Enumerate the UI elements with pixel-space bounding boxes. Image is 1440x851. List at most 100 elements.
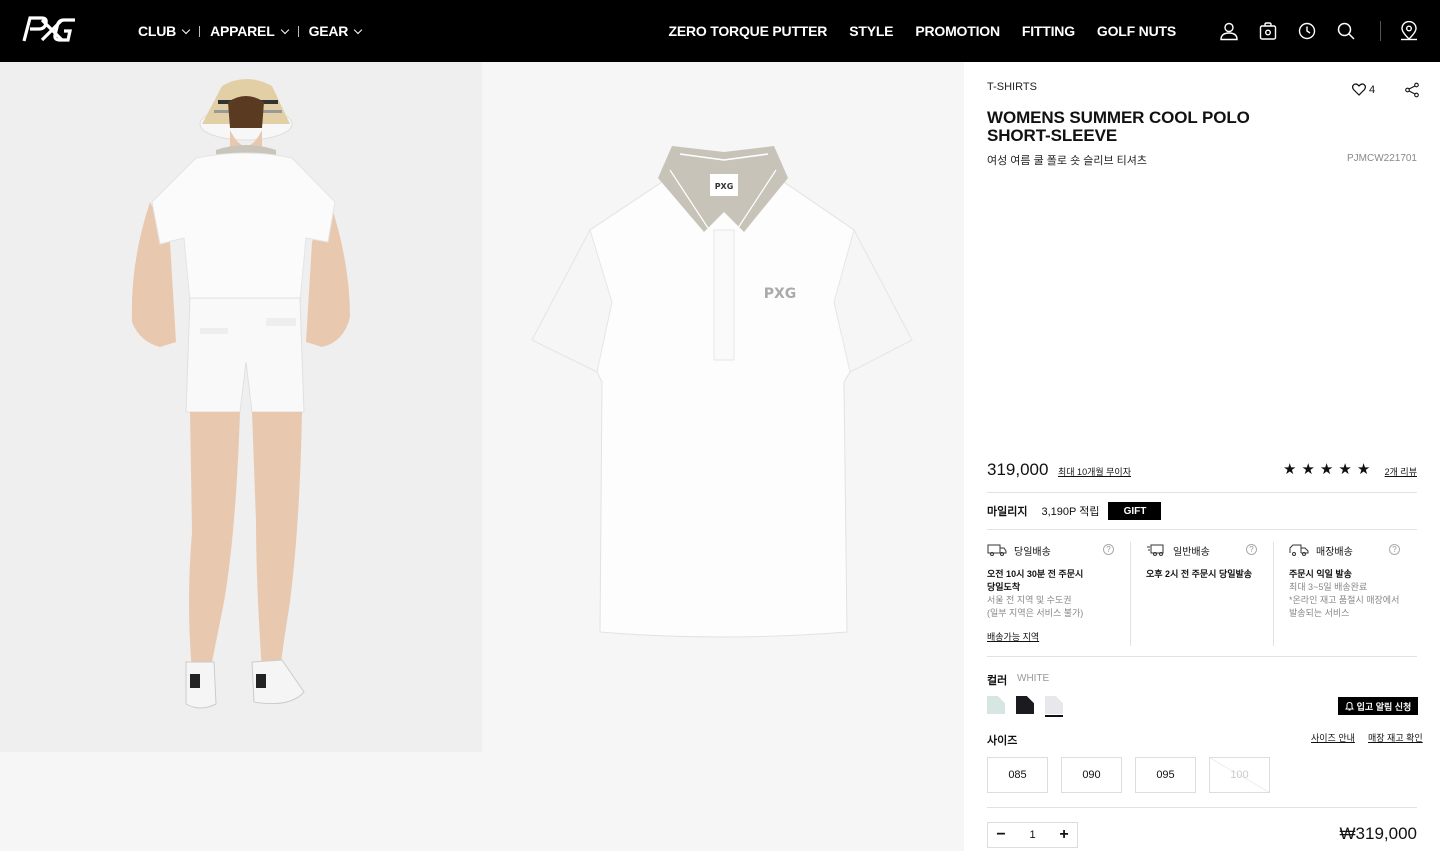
svg-text:PXG: PXG [764, 286, 797, 302]
main-nav: ZERO TORQUE PUTTER STYLE PROMOTION FITTI… [668, 0, 1176, 62]
quantity-stepper: − 1 + [987, 822, 1078, 848]
store-truck-icon [1289, 544, 1309, 556]
chevron-down-icon [181, 25, 191, 34]
installment-link[interactable]: 최대 10개월 무이자 [1058, 465, 1131, 478]
divider [987, 492, 1417, 493]
shipping-detail: 주문시 익일 발송 [1289, 569, 1352, 579]
swatch-white-selected[interactable] [1045, 696, 1063, 717]
size-label: 사이즈 [987, 735, 1018, 747]
nav-fitting[interactable]: FITTING [1022, 23, 1075, 39]
total-price: ₩319,000 [1339, 824, 1418, 843]
shipping-detail: 당일도착 [987, 582, 1021, 592]
divider [987, 529, 1417, 530]
swatch-mint[interactable] [987, 696, 1005, 714]
category-nav: CLUB APPAREL GEAR [138, 0, 363, 62]
bag-icon[interactable] [1257, 20, 1279, 42]
help-icon[interactable]: ? [1246, 544, 1257, 555]
rating-stars: ★ ★ ★ ★ ★ [1283, 460, 1370, 478]
minus-button[interactable]: − [994, 826, 1008, 843]
star-icon: ★ [1319, 461, 1334, 478]
shipping-same-day: 당일배송 ? 오전 10시 30분 전 주문시 당일도착 서울 전 지역 및 수… [987, 542, 1130, 646]
swatch-black[interactable] [1016, 696, 1034, 714]
help-icon[interactable]: ? [1103, 544, 1114, 555]
nav-apparel-label: APPAREL [210, 23, 275, 39]
plus-button[interactable]: + [1057, 826, 1071, 843]
product-title: WOMENS SUMMER COOL POLO SHORT-SLEEVE [987, 108, 1250, 145]
color-label: 컬러 [987, 675, 1008, 687]
selected-color: WHITE [1017, 673, 1050, 684]
star-icon: ★ [1283, 461, 1297, 478]
svg-text:PXG: PXG [715, 182, 734, 191]
nav-club[interactable]: CLUB [138, 23, 191, 39]
header-icons [1218, 18, 1437, 44]
gift-badge[interactable]: GIFT [1108, 502, 1162, 520]
divider [987, 807, 1417, 808]
shipping-note: *온라인 재고 품절시 매장에서 발송되는 서비스 [1289, 595, 1400, 618]
shipping-note: 최대 3~5일 배송완료 [1289, 582, 1368, 592]
nav-divider [199, 25, 201, 37]
history-icon[interactable] [1296, 20, 1318, 42]
shipping-detail: 오후 2시 전 주문시 당일발송 [1146, 569, 1253, 579]
star-icon: ★ [1356, 461, 1371, 478]
chevron-down-icon [353, 25, 363, 34]
wishlist-button[interactable]: 4 [1352, 83, 1375, 96]
nav-golf-nuts[interactable]: GOLF NUTS [1097, 23, 1176, 39]
product-subtitle: 여성 여름 쿨 폴로 숏 슬리브 티셔츠 [987, 155, 1148, 167]
size-options: 085 090 095 100 [987, 757, 1270, 793]
bell-icon [1344, 701, 1354, 711]
gallery-filler [0, 752, 482, 851]
help-icon[interactable]: ? [1389, 544, 1400, 555]
quantity-value[interactable]: 1 [1029, 829, 1035, 841]
size-option[interactable]: 090 [1061, 757, 1122, 793]
product-price: 319,000 [987, 460, 1049, 479]
star-icon: ★ [1338, 461, 1352, 478]
search-icon[interactable] [1335, 20, 1357, 42]
divider [987, 656, 1417, 657]
price-row: 319,000 최대 10개월 무이자 ★ ★ ★ ★ ★ 2개 리뷰 [987, 460, 1417, 484]
nav-style[interactable]: STYLE [849, 23, 893, 39]
mileage-value: 3,190P 적립 [1041, 506, 1100, 518]
star-icon: ★ [1301, 461, 1315, 478]
size-option[interactable]: 095 [1135, 757, 1196, 793]
restock-label: 입고 알림 신청 [1356, 701, 1412, 712]
product-info-panel: T-SHIRTS 4 WOMENS SUMMER COOL POLO SHORT… [964, 62, 1440, 851]
nav-gear-label: GEAR [308, 23, 349, 39]
nav-promotion[interactable]: PROMOTION [915, 23, 1000, 39]
product-image-flat[interactable]: PXG PXG [482, 62, 964, 851]
truck-icon [1147, 544, 1164, 556]
shipping-title: 당일배송 [1014, 546, 1051, 558]
delivery-area-link[interactable]: 배송가능 지역 [987, 630, 1039, 643]
header-divider [1380, 21, 1381, 41]
shipping-note: 서울 전 지역 및 수도권 [987, 595, 1072, 605]
store-locator-icon[interactable] [1398, 20, 1420, 42]
nav-apparel[interactable]: APPAREL [210, 23, 289, 39]
nav-zero-torque-putter[interactable]: ZERO TORQUE PUTTER [668, 23, 827, 39]
store-stock-link[interactable]: 매장 재고 확인 [1368, 731, 1423, 744]
heart-icon [1352, 83, 1366, 96]
nav-club-label: CLUB [138, 23, 177, 39]
nav-gear[interactable]: GEAR [308, 23, 363, 39]
product-code: PJMCW221701 [1346, 153, 1417, 164]
pxg-logo[interactable] [22, 14, 78, 44]
shipping-detail: 오전 10시 30분 전 주문시 [987, 569, 1084, 579]
size-option[interactable]: 085 [987, 757, 1048, 793]
size-option-sold-out: 100 [1209, 757, 1270, 793]
reviews-link[interactable]: 2개 리뷰 [1385, 465, 1417, 478]
color-swatches [987, 696, 1063, 717]
mileage-label: 마일리지 [987, 506, 1028, 518]
restock-alert-button[interactable]: 입고 알림 신청 [1338, 697, 1418, 715]
share-icon[interactable] [1404, 82, 1420, 98]
nav-divider [297, 25, 299, 37]
size-guide-link[interactable]: 사이즈 안내 [1311, 731, 1355, 744]
chevron-down-icon [280, 25, 289, 34]
shipping-store: 매장배송 ? 주문시 익일 발송 최대 3~5일 배송완료 *온라인 재고 품절… [1273, 542, 1416, 646]
product-image-model[interactable] [0, 62, 482, 752]
like-count: 4 [1369, 83, 1376, 96]
truck-icon [987, 544, 1007, 556]
shipping-note: (일부 지역은 서비스 불가) [987, 608, 1084, 618]
shipping-title: 일반배송 [1173, 546, 1210, 558]
user-icon[interactable] [1218, 20, 1240, 42]
site-header: CLUB APPAREL GEAR ZERO TORQUE PUTTER STY… [0, 0, 1440, 62]
swatch-white [1045, 696, 1063, 714]
product-category: T-SHIRTS [987, 81, 1037, 93]
